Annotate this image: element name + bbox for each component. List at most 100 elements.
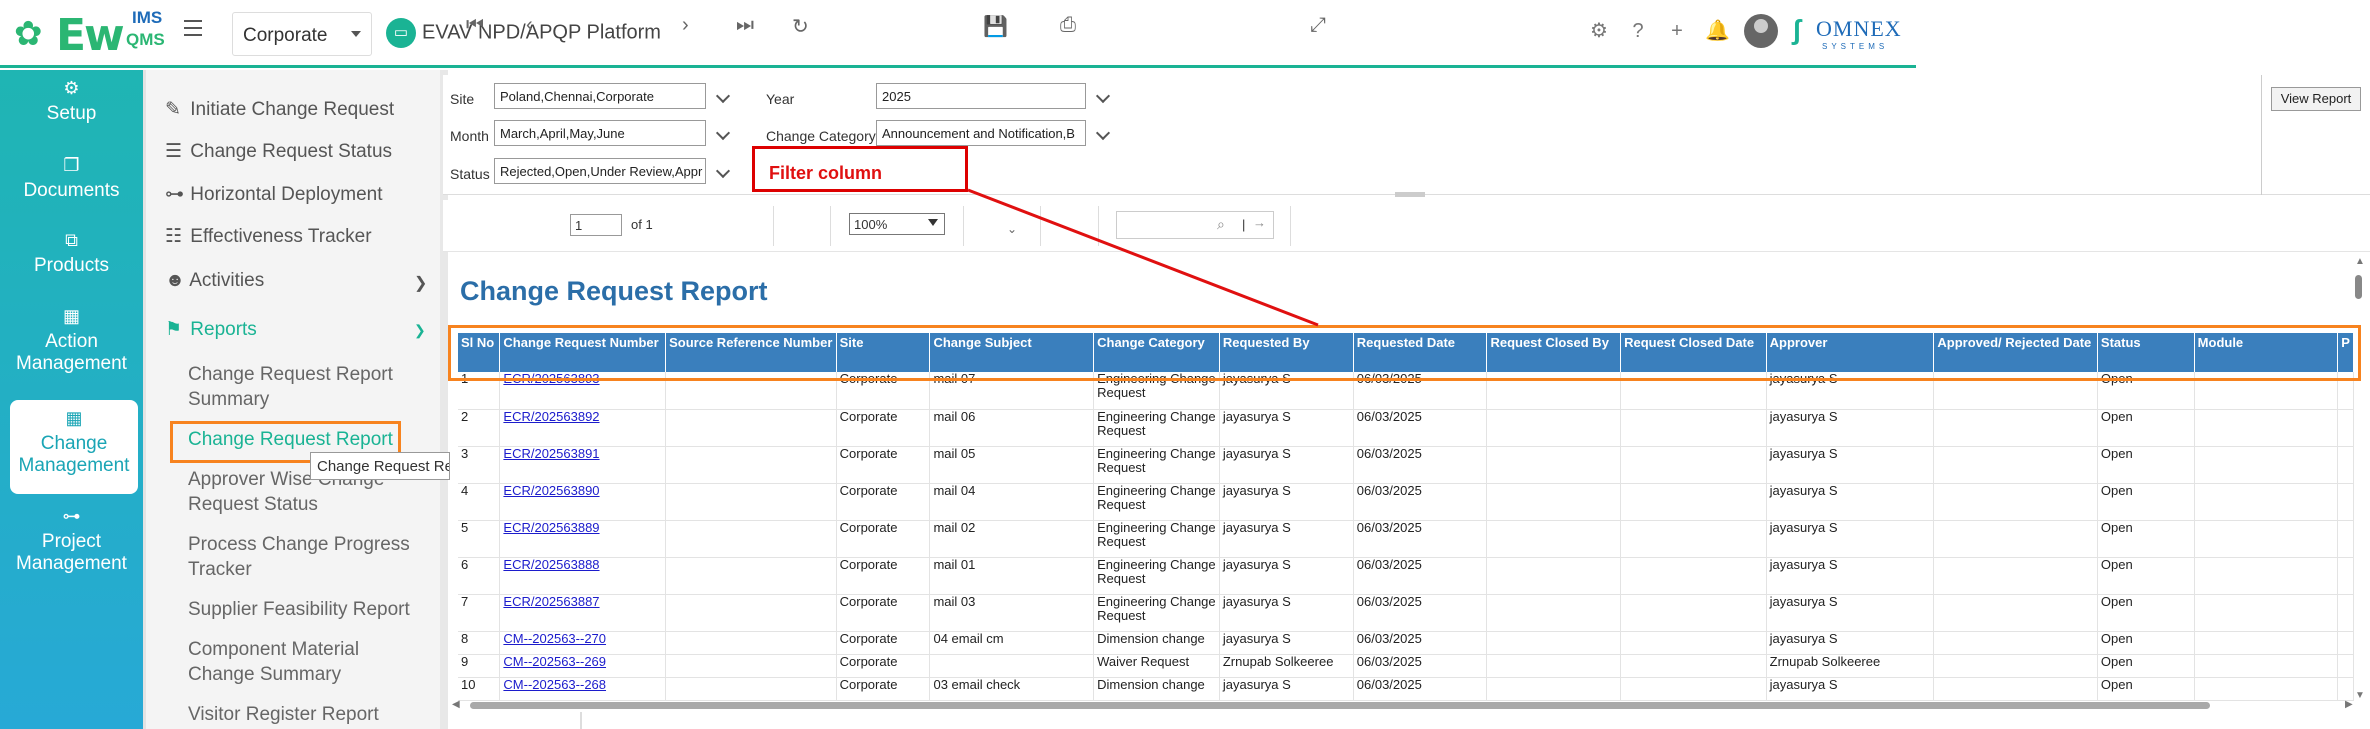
submenu-initiate-change-request[interactable]: ✎ Initiate Change Request	[165, 98, 394, 121]
next-page-icon[interactable]: ›	[682, 14, 689, 37]
change-request-link[interactable]: ECR/202563892	[503, 409, 599, 424]
find-next-icon[interactable]: →	[1253, 215, 1266, 230]
bell-icon[interactable]: 🔔	[1705, 20, 1730, 42]
save-export-icon[interactable]: 💾	[983, 14, 1008, 39]
chevron-down-icon[interactable]: ❯	[414, 322, 426, 339]
cell-module	[2194, 409, 2339, 447]
first-page-icon[interactable]: ⏮	[466, 14, 484, 37]
change-request-link[interactable]: CM--202563--270	[503, 631, 606, 646]
cell-date: 06/03/2025	[1353, 557, 1488, 595]
ewqms-logo[interactable]: ✿ Ew IMS QMS	[14, 8, 165, 61]
nav-change-management[interactable]: ▦ Change Management	[10, 400, 138, 494]
change-request-link[interactable]: ECR/202563887	[503, 594, 599, 609]
nav-products[interactable]: ⧉ Products	[0, 230, 143, 277]
horizontal-scrollbar[interactable]	[470, 702, 2210, 709]
cell-approver: jayasurya S	[1766, 594, 1935, 632]
cell-category: Engineering Change Request	[1093, 409, 1220, 447]
toolbar-separator	[1290, 206, 1291, 246]
cell-approved	[1933, 520, 2098, 558]
submenu-reports[interactable]: ⚑ Reports	[165, 318, 257, 341]
status-filter-label: Status	[450, 166, 490, 182]
cell-sl: 10	[458, 677, 501, 701]
cell-category: Engineering Change Request	[1093, 446, 1220, 484]
fullscreen-icon[interactable]: ⤢	[1310, 14, 1326, 37]
toolbar-separator	[1098, 206, 1099, 246]
nav-products-label: Products	[34, 255, 109, 276]
cell-module	[2194, 631, 2339, 655]
category-filter-field[interactable]: Announcement and Notification,B	[876, 120, 1086, 146]
cell-module	[2194, 557, 2339, 595]
previous-page-icon[interactable]: ‹	[526, 14, 533, 37]
change-request-link[interactable]: CM--202563--268	[503, 677, 606, 692]
cell-category: Engineering Change Request	[1093, 483, 1220, 521]
change-request-link[interactable]: ECR/202563888	[503, 557, 599, 572]
submenu-change-request-status[interactable]: ☰ Change Request Status	[165, 140, 392, 163]
cell-category: Dimension change	[1093, 677, 1220, 701]
flag-icon: ⚑	[165, 319, 183, 340]
nav-setup[interactable]: ⚙ Setup	[0, 78, 143, 125]
report-title: Change Request Report	[460, 276, 768, 306]
cell-num: ECR/202563888	[499, 557, 667, 595]
vertical-scrollbar[interactable]	[2355, 275, 2362, 299]
cell-num: CM--202563--270	[499, 631, 667, 655]
chevron-right-icon[interactable]: ❯	[414, 273, 427, 293]
scroll-down-icon[interactable]: ▼	[2355, 690, 2365, 701]
cell-src	[665, 446, 837, 484]
nav-action-management-label: Action Management	[16, 331, 127, 374]
scroll-left-icon[interactable]: ◀	[452, 699, 460, 710]
submenu-activities[interactable]: ☻ Activities	[165, 270, 264, 292]
cell-closed_by	[1486, 483, 1622, 521]
site-filter-field[interactable]: Poland,Chennai,Corporate	[494, 83, 706, 109]
cell-date: 06/03/2025	[1353, 409, 1488, 447]
plus-icon[interactable]: +	[1666, 20, 1688, 42]
change-request-link[interactable]: ECR/202563889	[503, 520, 599, 535]
cell-status: Open	[2097, 446, 2195, 484]
scroll-right-icon[interactable]: ▶	[2345, 699, 2353, 710]
change-request-link[interactable]: ECR/202563891	[503, 446, 599, 461]
cell-site: Corporate	[836, 594, 931, 632]
cell-module	[2194, 654, 2339, 678]
zoom-select[interactable]: 100%	[849, 213, 945, 235]
submenu-horizontal-deployment[interactable]: ⊶ Horizontal Deployment	[165, 183, 382, 206]
cell-approved	[1933, 677, 2098, 701]
submenu-effectiveness-tracker[interactable]: ☷ Effectiveness Tracker	[165, 225, 372, 248]
page-number-input[interactable]: 1	[570, 214, 622, 236]
cell-src	[665, 631, 837, 655]
report-change-request-summary[interactable]: Change Request Report Summary	[188, 362, 428, 412]
toolbar-separator	[1040, 206, 1041, 246]
user-avatar[interactable]	[1744, 14, 1778, 48]
hamburger-menu-icon[interactable]	[184, 20, 202, 36]
platform-title[interactable]: ▭ EVAV NPD/APQP Platform	[386, 18, 661, 48]
report-visitor-register[interactable]: Visitor Register Report	[188, 702, 428, 727]
status-filter-field[interactable]: Rejected,Open,Under Review,Appr	[494, 158, 706, 184]
year-filter-field[interactable]: 2025	[876, 83, 1086, 109]
cell-overflow	[2337, 409, 2354, 447]
cell-sl: 6	[458, 557, 501, 595]
table-row: 7 ECR/202563887 Corporate mail 03 Engineerin…	[458, 594, 2354, 632]
report-process-change-progress[interactable]: Process Change Progress Tracker	[188, 532, 428, 582]
help-icon[interactable]: ?	[1627, 20, 1649, 42]
panel-splitter-handle[interactable]	[1395, 192, 1425, 197]
change-request-link[interactable]: ECR/202563890	[503, 483, 599, 498]
refresh-icon[interactable]: ↻	[792, 14, 809, 39]
gear-icon[interactable]: ⚙	[1588, 20, 1610, 42]
view-report-button[interactable]: View Report	[2271, 87, 2361, 111]
find-text-input[interactable]: ⌕ | →	[1116, 211, 1274, 239]
cell-by: jayasurya S	[1219, 483, 1354, 521]
last-page-icon[interactable]: ⏭	[736, 14, 754, 37]
report-component-material-change[interactable]: Component Material Change Summary	[188, 637, 428, 687]
print-icon[interactable]: ⎙	[1060, 14, 1076, 37]
nav-action-management[interactable]: ▦ Action Management	[0, 306, 143, 375]
month-filter-field[interactable]: March,April,May,June	[494, 120, 706, 146]
submenu-label: Change Request Status	[190, 141, 393, 162]
export-chevron-down-icon[interactable]: ⌄	[1007, 222, 1017, 236]
scroll-up-icon[interactable]: ▲	[2355, 256, 2365, 267]
cell-module	[2194, 520, 2339, 558]
change-request-link[interactable]: CM--202563--269	[503, 654, 606, 669]
report-supplier-feasibility[interactable]: Supplier Feasibility Report	[188, 597, 428, 622]
cell-src	[665, 557, 837, 595]
nav-documents[interactable]: ❐ Documents	[0, 155, 143, 202]
toolbar-separator	[830, 206, 831, 246]
nav-project-management[interactable]: ⊶ Project Management	[0, 506, 143, 575]
site-select[interactable]: Corporate	[232, 12, 372, 56]
